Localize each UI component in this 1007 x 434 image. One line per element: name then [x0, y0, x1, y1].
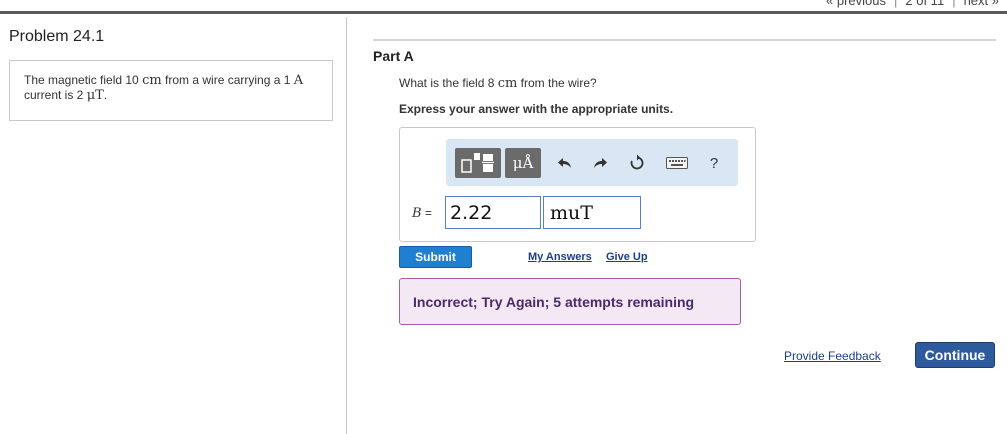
variable-label: B =	[412, 206, 432, 221]
unit-input[interactable]	[543, 196, 641, 229]
problem-text: current is 2	[24, 88, 87, 102]
instruction-text: Express your answer with the appropriate…	[399, 102, 674, 116]
problem-pane: Problem 24.1 The magnetic field 10 cm fr…	[0, 17, 347, 434]
keyboard-button[interactable]	[664, 148, 690, 178]
help-icon: ?	[709, 154, 719, 172]
question-text-start: What is the field 8	[399, 76, 498, 90]
unit-cm: cm	[142, 73, 162, 88]
problem-statement: The magnetic field 10 cm from a wire car…	[9, 60, 333, 121]
reset-icon	[630, 154, 644, 170]
equals-sign: =	[421, 206, 432, 220]
question-unit: cm	[497, 76, 518, 91]
problem-position: 2 of 11	[905, 0, 945, 8]
part-divider	[373, 39, 996, 41]
problem-text: .	[103, 88, 108, 102]
problem-navigation: « previous | 2 of 11 | next »	[818, 0, 1007, 8]
templates-button[interactable]	[455, 148, 501, 178]
redo-button[interactable]	[587, 148, 613, 178]
math-toolbar: μÅ ?	[446, 139, 738, 186]
submit-button[interactable]: Submit	[399, 246, 472, 268]
help-button[interactable]: ?	[701, 148, 727, 178]
templates-icon	[461, 153, 494, 173]
undo-button[interactable]	[552, 148, 578, 178]
reset-button[interactable]	[624, 148, 650, 178]
answer-pane: Part A What is the field 8 cm from the w…	[347, 17, 1007, 434]
top-bar: « previous | 2 of 11 | next »	[0, 0, 1007, 14]
undo-icon	[558, 158, 571, 168]
question-text: What is the field 8 cm from the wire?	[399, 76, 597, 91]
feedback-message: Incorrect; Try Again; 5 attempts remaini…	[399, 278, 741, 325]
provide-feedback-link[interactable]: Provide Feedback	[784, 349, 881, 363]
continue-button[interactable]: Continue	[915, 342, 995, 368]
keyboard-icon	[666, 157, 688, 169]
previous-link[interactable]: « previous	[818, 0, 894, 8]
my-answers-link[interactable]: My Answers	[528, 251, 592, 263]
redo-icon	[594, 158, 607, 168]
units-button[interactable]: μÅ	[505, 148, 541, 178]
next-link[interactable]: next »	[956, 0, 1007, 8]
problem-text: The magnetic field 10	[24, 73, 143, 87]
question-text-end: from the wire?	[517, 76, 597, 90]
give-up-link[interactable]: Give Up	[606, 251, 648, 263]
problem-text: from a wire carrying a 1	[161, 73, 294, 87]
variable-symbol: B	[412, 206, 422, 221]
problem-title: Problem 24.1	[9, 28, 105, 45]
unit-ampere: A	[293, 73, 304, 88]
value-input[interactable]	[445, 196, 541, 229]
part-label: Part A	[373, 48, 414, 64]
unit-microtesla: μT	[86, 88, 104, 103]
answer-box: μÅ ? B = 2.22 muT	[399, 127, 756, 242]
